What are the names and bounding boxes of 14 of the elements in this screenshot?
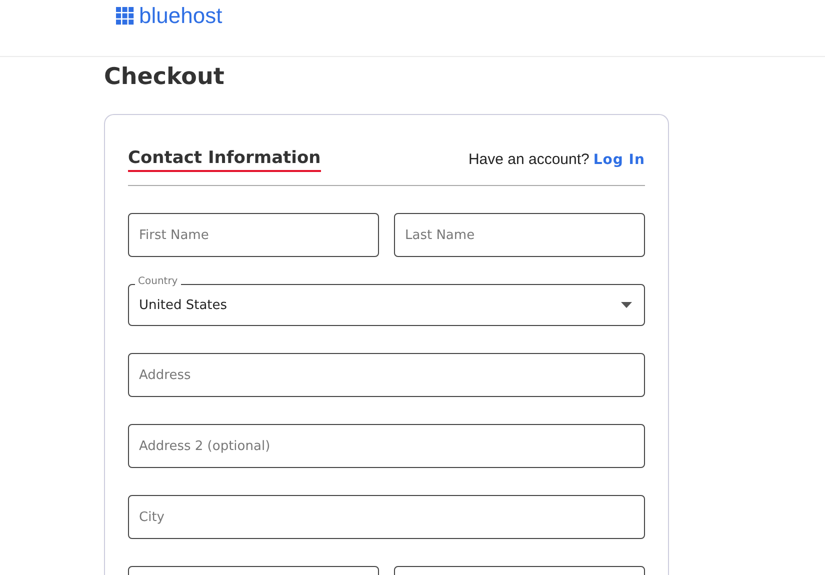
logo-text[interactable]: bluehost (139, 3, 222, 29)
input-field[interactable]: Last Name (394, 213, 645, 257)
input-field[interactable]: First Name (128, 213, 379, 257)
input-field[interactable]: Address 2 (optional) (128, 424, 645, 468)
caret-icon (621, 302, 632, 308)
login-link[interactable]: Log In (593, 152, 645, 168)
country-select[interactable]: United States (128, 284, 645, 326)
input-field[interactable]: Address (128, 353, 645, 397)
input-field[interactable]: City (128, 495, 645, 539)
field-label: Country (135, 276, 181, 287)
section-heading: Contact Information (128, 147, 321, 172)
page-title: Checkout (104, 63, 226, 92)
account-prompt: Have an account? (468, 151, 590, 168)
grid-logo-icon (116, 7, 134, 25)
